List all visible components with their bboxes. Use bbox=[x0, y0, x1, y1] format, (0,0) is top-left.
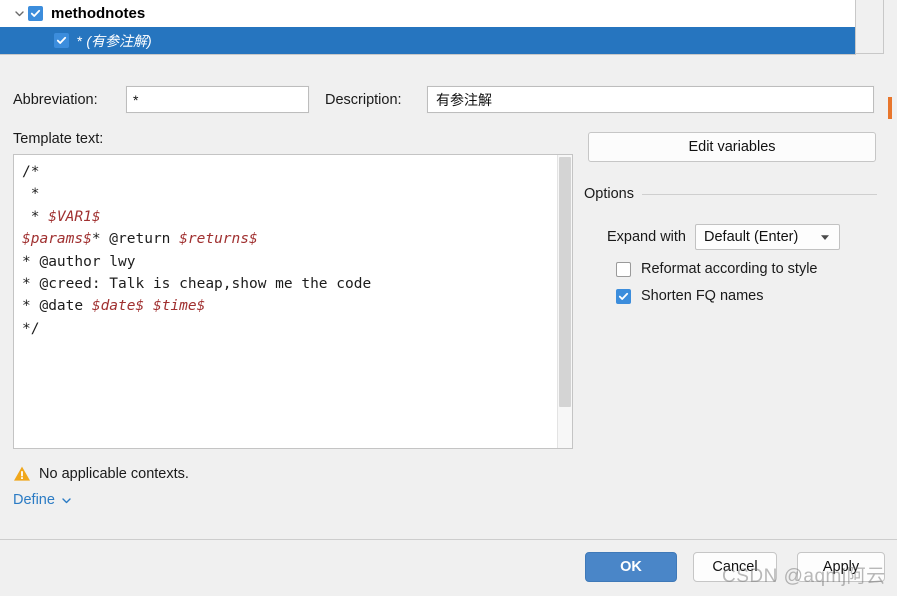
template-text-token: * @creed: Talk is cheap,show me the code bbox=[22, 276, 372, 293]
template-text-token: */ bbox=[22, 320, 40, 337]
tree-template-description: (有参注解) bbox=[86, 32, 152, 49]
template-text-token: * @author lwy bbox=[22, 253, 136, 270]
template-text-token: * @date bbox=[22, 298, 92, 315]
template-vertical-scrollbar[interactable] bbox=[557, 155, 572, 448]
expand-with-value: Default (Enter) bbox=[704, 229, 799, 245]
options-title: Options bbox=[584, 186, 634, 202]
warning-triangle-icon bbox=[13, 465, 31, 483]
cancel-button[interactable]: Cancel bbox=[693, 552, 777, 582]
template-text-token: * bbox=[22, 186, 40, 203]
template-text-token: /* bbox=[22, 164, 40, 180]
description-label: Description: bbox=[325, 92, 402, 108]
template-text-editor[interactable]: /* * * $VAR1$ $params$* @return $returns… bbox=[13, 154, 573, 449]
template-scrollbar-thumb[interactable] bbox=[559, 157, 571, 407]
warning-text: No applicable contexts. bbox=[39, 466, 189, 482]
shorten-fq-checkbox[interactable] bbox=[616, 288, 631, 304]
caret-down-icon[interactable] bbox=[819, 231, 831, 243]
footer-divider bbox=[0, 539, 897, 540]
apply-button[interactable]: Apply bbox=[797, 552, 885, 582]
reformat-checkbox-label: Reformat according to style bbox=[641, 261, 818, 277]
tree-template-label: * (有参注解) bbox=[77, 31, 152, 51]
ok-button[interactable]: OK bbox=[585, 552, 677, 582]
shorten-fq-checkbox-label: Shorten FQ names bbox=[641, 288, 764, 304]
template-checkbox[interactable] bbox=[54, 33, 69, 48]
chevron-down-icon[interactable] bbox=[10, 5, 28, 23]
expand-with-select[interactable]: Default (Enter) bbox=[695, 224, 840, 250]
template-text-label: Template text: bbox=[13, 131, 104, 147]
chevron-down-icon[interactable] bbox=[61, 495, 72, 506]
template-variable-token: $date$ bbox=[91, 298, 145, 315]
template-text-content[interactable]: /* * * $VAR1$ $params$* @return $returns… bbox=[14, 155, 371, 340]
template-tree-panel[interactable]: methodnotes * (有参注解) bbox=[0, 0, 856, 55]
options-divider bbox=[641, 193, 877, 195]
tree-template-abbrev: * bbox=[77, 32, 83, 49]
tree-row-template-selected[interactable]: * (有参注解) bbox=[0, 27, 855, 54]
expand-with-row: Expand with Default (Enter) bbox=[607, 224, 840, 250]
abbreviation-label: Abbreviation: bbox=[13, 92, 98, 108]
template-variable-token: $params$ bbox=[22, 231, 92, 248]
abbreviation-input[interactable]: * bbox=[126, 86, 309, 113]
offscreen-orange-marker bbox=[888, 97, 892, 119]
reformat-checkbox[interactable] bbox=[616, 261, 631, 277]
define-context-link[interactable]: Define bbox=[13, 492, 72, 508]
edit-variables-button[interactable]: Edit variables bbox=[588, 132, 876, 162]
shorten-fq-names-option[interactable]: Shorten FQ names bbox=[616, 288, 764, 304]
template-variable-token: $VAR1$ bbox=[48, 208, 101, 225]
group-checkbox[interactable] bbox=[28, 6, 43, 21]
expand-with-label: Expand with bbox=[607, 229, 686, 245]
description-input[interactable]: 有参注解 bbox=[427, 86, 874, 113]
template-text-token: * @return bbox=[91, 231, 180, 248]
context-warning: No applicable contexts. bbox=[13, 465, 189, 483]
tree-scrollbar-gutter[interactable] bbox=[856, 0, 884, 54]
options-section-header: Options bbox=[584, 186, 877, 202]
define-link-label[interactable]: Define bbox=[13, 492, 55, 508]
template-variable-token: $time$ bbox=[152, 298, 206, 315]
tree-row-group-methodnotes[interactable]: methodnotes bbox=[0, 0, 855, 27]
template-variable-token: $returns$ bbox=[179, 231, 258, 248]
template-text-token bbox=[144, 298, 153, 314]
tree-group-label: methodnotes bbox=[51, 5, 146, 22]
reformat-according-to-style-option[interactable]: Reformat according to style bbox=[616, 261, 818, 277]
template-text-token: * bbox=[22, 208, 49, 225]
